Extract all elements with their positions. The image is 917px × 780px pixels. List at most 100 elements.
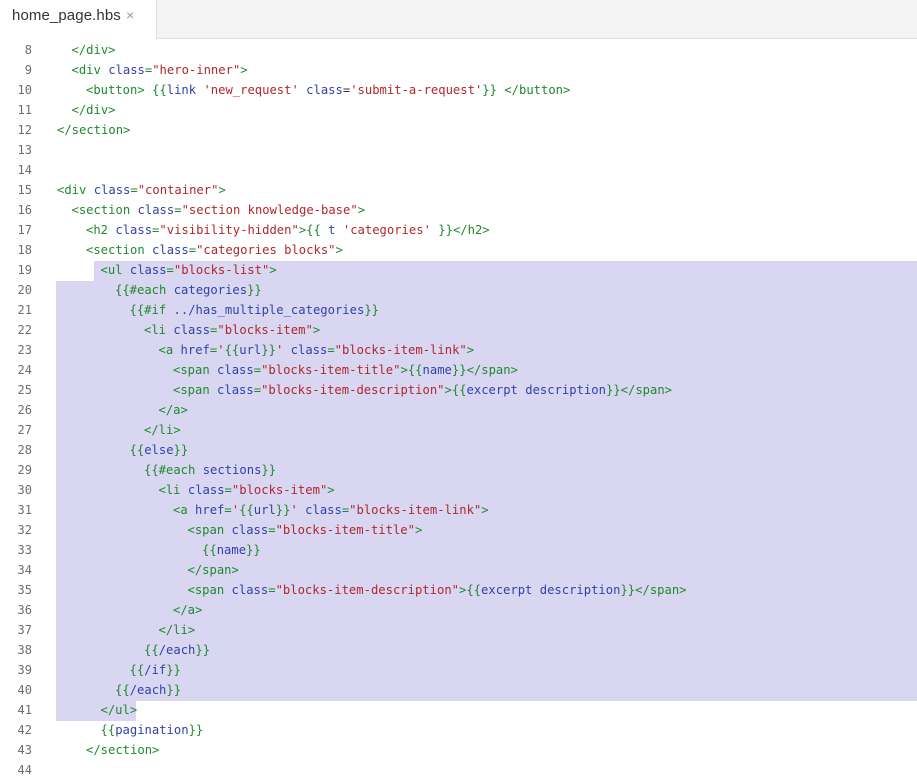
line-number: 11 bbox=[17, 103, 32, 117]
close-icon[interactable]: × bbox=[126, 7, 134, 23]
line-number: 13 bbox=[17, 143, 32, 157]
code-token: class bbox=[305, 503, 342, 517]
code-line: 10 <button> {{link 'new_request' class='s… bbox=[0, 80, 917, 100]
code-token: "blocks-item-link" bbox=[334, 343, 467, 357]
code-token: </span> bbox=[466, 363, 518, 377]
code-line: 29 {{#each sections}} bbox=[0, 460, 917, 480]
code-token: </div> bbox=[71, 43, 116, 57]
code-token: = bbox=[224, 483, 232, 497]
code-token: <button> bbox=[86, 83, 153, 97]
code-token: = bbox=[166, 263, 174, 277]
code-token: {{ bbox=[451, 383, 467, 397]
line-code: <span class="blocks-item-description">{{… bbox=[188, 580, 687, 600]
code-token: <div bbox=[57, 183, 94, 197]
code-token: else bbox=[144, 443, 174, 457]
code-line: 11 </div> bbox=[0, 100, 917, 120]
code-token: }} bbox=[173, 443, 189, 457]
line-number: 38 bbox=[17, 643, 32, 657]
code-line: 20 {{#each categories}} bbox=[0, 280, 917, 300]
line-number: 14 bbox=[17, 163, 32, 177]
code-token: <section bbox=[71, 203, 138, 217]
line-code: </section> bbox=[57, 120, 130, 140]
code-line: 40 {{/each}} bbox=[0, 680, 917, 700]
code-token: class bbox=[108, 63, 145, 77]
code-token: <span bbox=[187, 523, 232, 537]
code-token: "blocks-list" bbox=[173, 263, 270, 277]
line-code: <section class="categories blocks"> bbox=[86, 240, 343, 260]
code-line: 34 </span> bbox=[0, 560, 917, 580]
code-line: 9 <div class="hero-inner"> bbox=[0, 60, 917, 80]
code-token: <a bbox=[173, 503, 196, 517]
code-token: {{ bbox=[239, 503, 254, 517]
code-token: = bbox=[130, 183, 138, 197]
code-line: 35 <span class="blocks-item-description">… bbox=[0, 580, 917, 600]
code-token: ' bbox=[290, 503, 298, 517]
line-number: 27 bbox=[17, 423, 32, 437]
line-number: 12 bbox=[17, 123, 32, 137]
line-number: 26 bbox=[17, 403, 32, 417]
code-token: "blocks-item-description" bbox=[275, 583, 459, 597]
line-code: </span> bbox=[188, 560, 239, 580]
code-token: url bbox=[253, 503, 276, 517]
code-token: </span> bbox=[187, 563, 239, 577]
code-token: link bbox=[166, 83, 197, 97]
code-token: /each bbox=[158, 643, 196, 657]
code-token: </a> bbox=[173, 603, 203, 617]
code-line: 24 <span class="blocks-item-title">{{name… bbox=[0, 360, 917, 380]
code-token: class bbox=[129, 263, 167, 277]
code-token: class bbox=[231, 523, 269, 537]
code-token: </div> bbox=[71, 103, 116, 117]
code-token: > bbox=[269, 263, 277, 277]
code-token: > bbox=[466, 343, 475, 357]
code-token: {{#each bbox=[115, 283, 174, 297]
code-token: }} bbox=[364, 303, 379, 317]
code-token: {{ bbox=[100, 723, 116, 737]
code-token: = bbox=[327, 343, 335, 357]
code-token: = bbox=[253, 363, 262, 377]
code-token: {{ bbox=[144, 643, 159, 657]
code-token: > bbox=[444, 383, 452, 397]
code-line: 43 </section> bbox=[0, 740, 917, 760]
line-number: 43 bbox=[17, 743, 32, 757]
tab-home-page-hbs[interactable]: home_page.hbs × bbox=[0, 0, 157, 40]
line-code: <div class="hero-inner"> bbox=[72, 60, 248, 80]
code-token: <span bbox=[173, 383, 218, 397]
line-code: {{#if ../has_multiple_categories}} bbox=[130, 300, 380, 320]
line-number: 42 bbox=[17, 723, 32, 737]
code-token: sections bbox=[202, 463, 262, 477]
line-code: <h2 class="visibility-hidden">{{ t 'cate… bbox=[86, 220, 490, 240]
line-number: 36 bbox=[17, 603, 32, 617]
code-token: }} bbox=[451, 363, 467, 377]
code-line: 26 </a> bbox=[0, 400, 917, 420]
code-token: "categories blocks" bbox=[196, 243, 336, 257]
code-token: class bbox=[217, 363, 254, 377]
code-line: 17 <h2 class="visibility-hidden">{{ t 'ca… bbox=[0, 220, 917, 240]
code-token: }} bbox=[605, 383, 621, 397]
line-code: {{/each}} bbox=[144, 640, 210, 660]
code-editor[interactable]: 8 </div> 9 <div class="hero-inner"> 10 <butto… bbox=[0, 40, 917, 777]
code-token: <span bbox=[173, 363, 218, 377]
code-token: "blocks-item" bbox=[217, 323, 313, 337]
code-token: </li> bbox=[144, 423, 181, 437]
code-line: 38 {{/each}} bbox=[0, 640, 917, 660]
line-number: 22 bbox=[17, 323, 32, 337]
code-token: name bbox=[216, 543, 247, 557]
line-code: </div> bbox=[72, 40, 116, 60]
line-number: 30 bbox=[17, 483, 32, 497]
code-token: "container" bbox=[137, 183, 219, 197]
line-number: 9 bbox=[24, 63, 32, 77]
code-token: }} bbox=[195, 643, 211, 657]
code-token: {{ bbox=[202, 543, 217, 557]
line-code: </div> bbox=[72, 100, 116, 120]
code-line: 33 {{name}} bbox=[0, 540, 917, 560]
line-number: 44 bbox=[17, 763, 32, 777]
line-number: 10 bbox=[17, 83, 32, 97]
code-token: 'submit-a-request' bbox=[350, 83, 483, 97]
code-token: class bbox=[137, 203, 175, 217]
line-number: 18 bbox=[17, 243, 32, 257]
code-token: > bbox=[357, 203, 366, 217]
code-token: class bbox=[93, 183, 131, 197]
code-token: excerpt description bbox=[481, 583, 621, 597]
code-token: <div bbox=[71, 63, 109, 77]
line-code: {{else}} bbox=[130, 440, 189, 460]
